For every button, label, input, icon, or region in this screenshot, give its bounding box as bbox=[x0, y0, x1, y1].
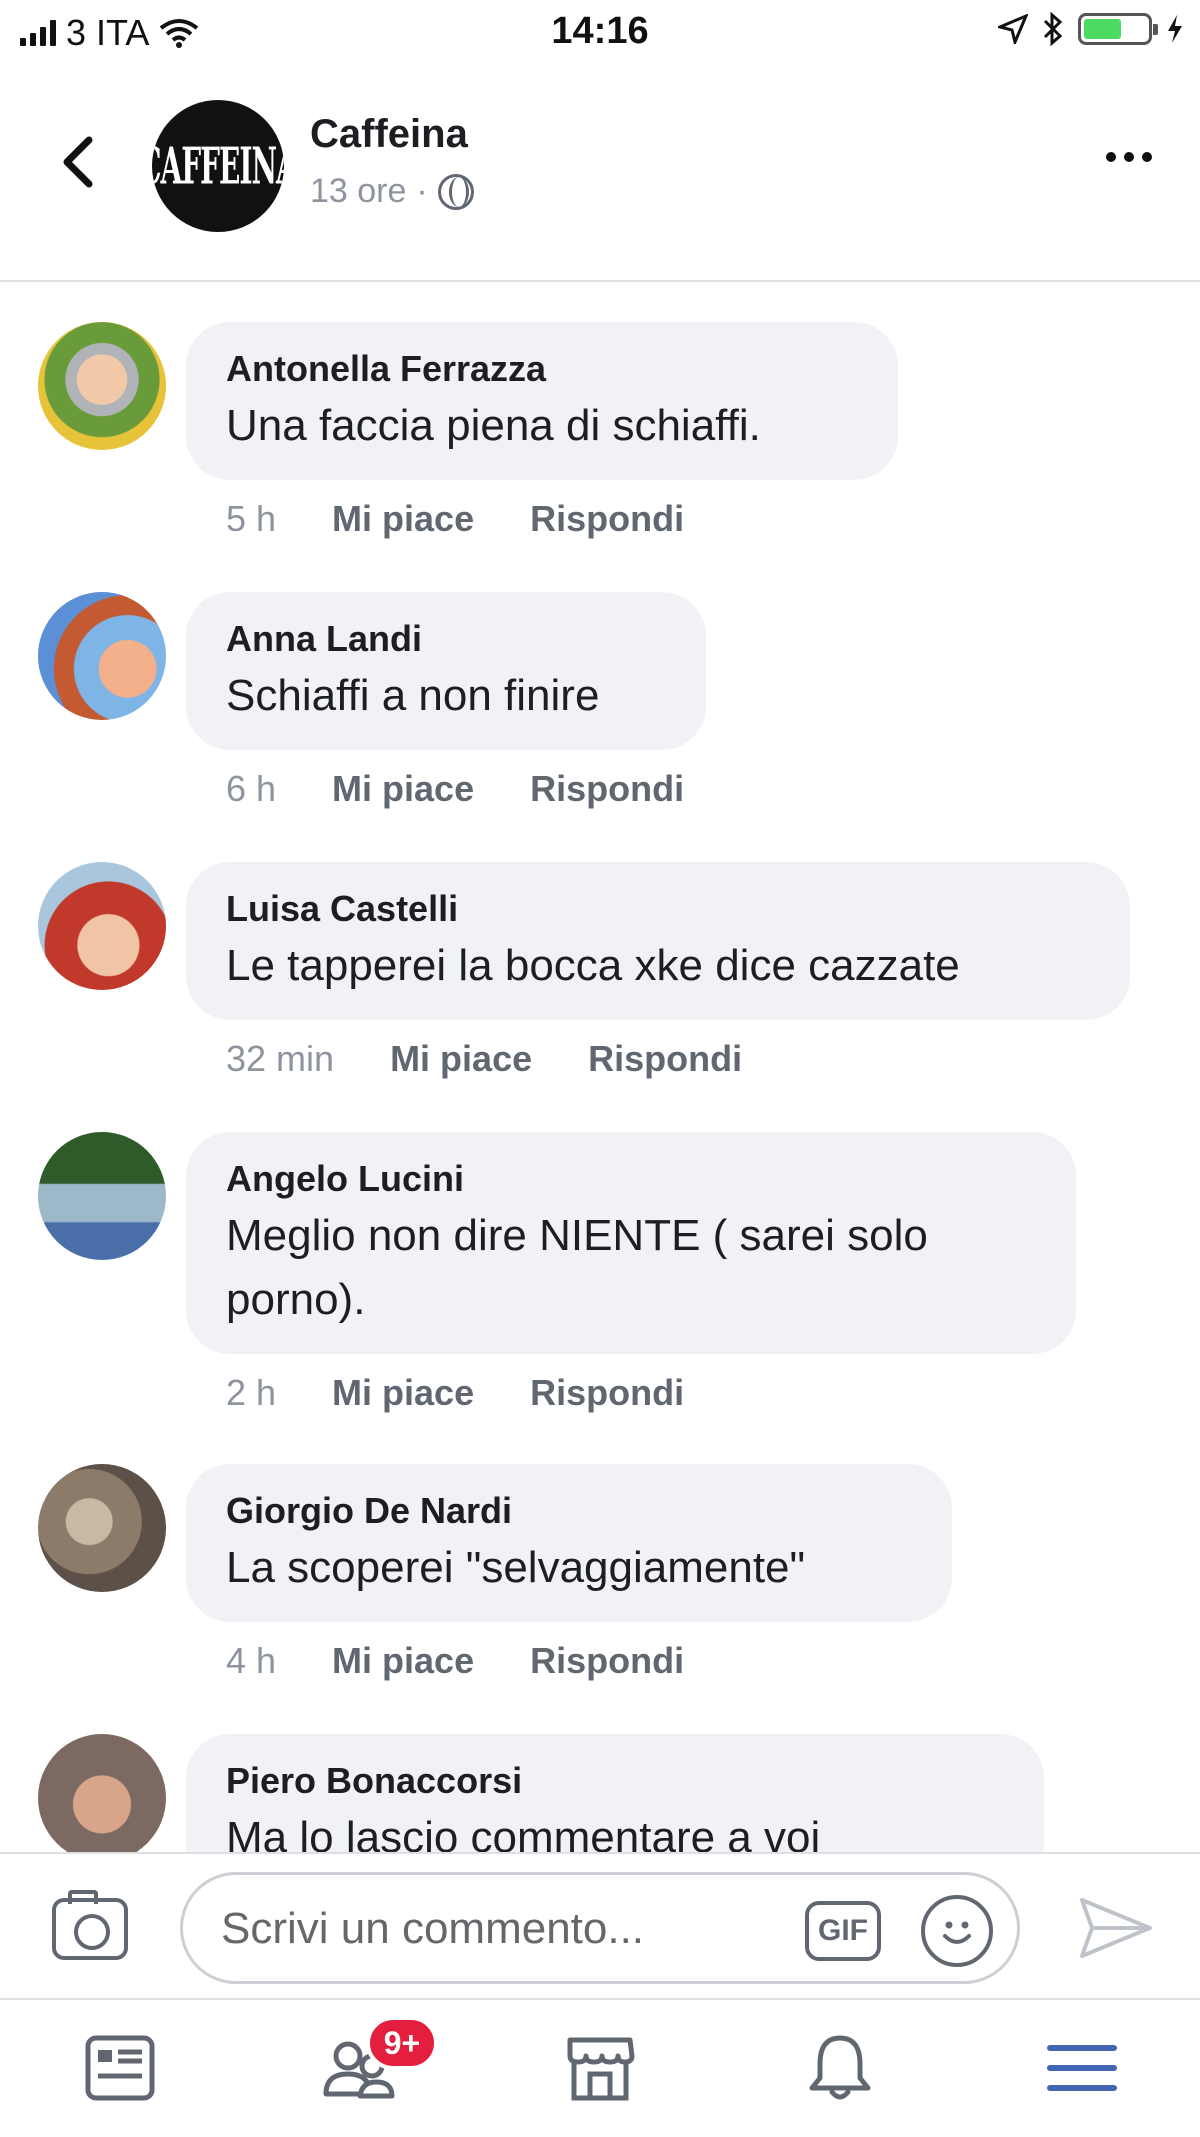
comment-time: 5 h bbox=[226, 498, 277, 539]
comment-time: 4 h bbox=[226, 1640, 277, 1681]
location-icon bbox=[998, 14, 1028, 44]
comment-bubble[interactable]: Antonella Ferrazza Una faccia piena di s… bbox=[186, 322, 898, 480]
tab-news-feed[interactable] bbox=[78, 2026, 162, 2110]
globe-icon bbox=[437, 173, 474, 210]
like-button[interactable]: Mi piace bbox=[332, 1640, 474, 1682]
battery-icon bbox=[1078, 13, 1158, 45]
reply-button[interactable]: Rispondi bbox=[588, 1038, 742, 1080]
news-feed-icon bbox=[85, 2035, 155, 2101]
post-meta: 13 ore · bbox=[310, 172, 474, 211]
post-time: 13 ore bbox=[310, 172, 407, 210]
avatar[interactable] bbox=[38, 1734, 166, 1852]
avatar[interactable] bbox=[38, 592, 166, 720]
reply-button[interactable]: Rispondi bbox=[530, 498, 684, 540]
comment-input[interactable] bbox=[221, 1899, 761, 1959]
comment-actions: 32 min Mi piace Rispondi bbox=[226, 1038, 742, 1080]
tab-menu[interactable] bbox=[1040, 2026, 1124, 2110]
camera-icon[interactable] bbox=[52, 1890, 128, 1960]
comment-time: 32 min bbox=[226, 1038, 335, 1079]
comment-text: Le tapperei la bocca xke dice cazzate bbox=[226, 941, 960, 990]
comment-author[interactable]: Giorgio De Nardi bbox=[226, 1490, 912, 1532]
comment-author[interactable]: Antonella Ferrazza bbox=[226, 348, 858, 390]
avatar[interactable] bbox=[38, 1132, 166, 1260]
more-options-button[interactable] bbox=[1106, 152, 1152, 162]
meta-separator: · bbox=[416, 172, 428, 210]
comment-time: 2 h bbox=[226, 1372, 277, 1413]
reply-button[interactable]: Rispondi bbox=[530, 1372, 684, 1414]
comment-bubble[interactable]: Giorgio De Nardi La scoperei "selvaggiam… bbox=[186, 1464, 952, 1622]
charging-icon bbox=[1168, 15, 1182, 43]
marketplace-icon bbox=[567, 2037, 635, 2101]
like-button[interactable]: Mi piace bbox=[332, 498, 474, 540]
comment-text: La scoperei "selvaggiamente" bbox=[226, 1543, 806, 1592]
tab-notifications[interactable] bbox=[798, 2026, 882, 2110]
comment-input-container[interactable]: GIF bbox=[180, 1872, 1020, 1984]
comment-author[interactable]: Anna Landi bbox=[226, 618, 666, 660]
bell-icon bbox=[809, 2035, 871, 2100]
like-button[interactable]: Mi piace bbox=[332, 768, 474, 810]
avatar[interactable] bbox=[38, 862, 166, 990]
comment-text: Ma lo lascio commentare a voi bbox=[226, 1813, 821, 1852]
like-button[interactable]: Mi piace bbox=[332, 1372, 474, 1414]
page-name[interactable]: Caffeina bbox=[310, 112, 468, 157]
chevron-left-icon bbox=[63, 136, 93, 188]
comment-author[interactable]: Piero Bonaccorsi bbox=[226, 1760, 1004, 1802]
comment-composer: GIF bbox=[0, 1852, 1200, 1998]
tab-friends[interactable]: 9+ bbox=[318, 2016, 438, 2110]
status-bar: 3 ITA 14:16 bbox=[0, 0, 1200, 66]
avatar[interactable] bbox=[38, 322, 166, 450]
smiley-icon bbox=[943, 1921, 971, 1944]
comment-bubble[interactable]: Angelo Lucini Meglio non dire NIENTE ( s… bbox=[186, 1132, 1076, 1354]
comment-time: 6 h bbox=[226, 768, 277, 809]
comment-bubble[interactable]: Piero Bonaccorsi Ma lo lascio commentare… bbox=[186, 1734, 1044, 1852]
page-avatar[interactable]: CAFFEINA bbox=[152, 100, 284, 232]
bluetooth-icon bbox=[1043, 12, 1063, 46]
gif-button[interactable]: GIF bbox=[805, 1901, 881, 1961]
tab-marketplace[interactable] bbox=[558, 2026, 642, 2110]
like-button[interactable]: Mi piace bbox=[390, 1038, 532, 1080]
hamburger-menu-icon bbox=[1047, 2045, 1117, 2091]
comment-actions: 4 h Mi piace Rispondi bbox=[226, 1640, 684, 1682]
back-button[interactable] bbox=[48, 122, 108, 202]
bottom-tab-bar: 9+ bbox=[0, 1998, 1200, 2137]
comment-list: Antonella Ferrazza Una faccia piena di s… bbox=[0, 284, 1200, 1852]
comment-bubble[interactable]: Anna Landi Schiaffi a non finire bbox=[186, 592, 706, 750]
comment-author[interactable]: Angelo Lucini bbox=[226, 1158, 1036, 1200]
comment-actions: 5 h Mi piace Rispondi bbox=[226, 498, 684, 540]
comment-bubble[interactable]: Luisa Castelli Le tapperei la bocca xke … bbox=[186, 862, 1130, 1020]
comment-text: Una faccia piena di schiaffi. bbox=[226, 401, 761, 450]
page-logo: CAFFEINA bbox=[152, 136, 284, 196]
post-header: CAFFEINA Caffeina 13 ore · bbox=[0, 66, 1200, 282]
reply-button[interactable]: Rispondi bbox=[530, 1640, 684, 1682]
emoji-icon[interactable] bbox=[921, 1895, 993, 1967]
comment-text: Meglio non dire NIENTE ( sarei solo porn… bbox=[226, 1211, 928, 1324]
status-right bbox=[998, 12, 1184, 46]
send-icon[interactable] bbox=[1076, 1888, 1156, 1968]
comment-author[interactable]: Luisa Castelli bbox=[226, 888, 1090, 930]
comment-text: Schiaffi a non finire bbox=[226, 671, 600, 720]
reply-button[interactable]: Rispondi bbox=[530, 768, 684, 810]
notification-badge: 9+ bbox=[366, 2016, 438, 2070]
avatar[interactable] bbox=[38, 1464, 166, 1592]
comment-actions: 2 h Mi piace Rispondi bbox=[226, 1372, 684, 1414]
comment-actions: 6 h Mi piace Rispondi bbox=[226, 768, 684, 810]
